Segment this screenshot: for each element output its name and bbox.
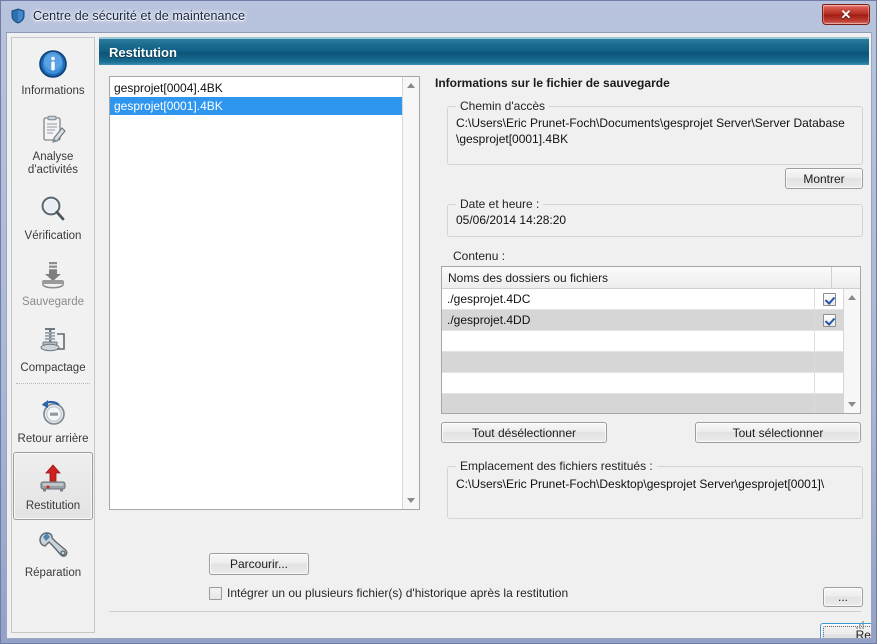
sidebar-item-label: Analyse d'activités — [27, 151, 79, 176]
sidebar-item-label: Vérification — [24, 230, 82, 242]
clipboard-pencil-icon — [15, 111, 91, 149]
close-icon: ✕ — [840, 7, 852, 22]
cell-name — [442, 373, 815, 393]
table-row[interactable]: ./gesprojet.4DC — [442, 289, 843, 310]
table-row[interactable] — [442, 373, 843, 394]
sidebar-item-analyse-activites[interactable]: Analyse d'activités — [13, 104, 93, 183]
column-header-check — [832, 267, 860, 288]
info-panel-heading: Informations sur le fichier de sauvegard… — [435, 76, 670, 90]
footer-separator — [109, 611, 861, 612]
cell-checkbox[interactable] — [815, 289, 843, 309]
sidebar-item-informations[interactable]: Informations — [13, 38, 93, 104]
sidebar-item-reparation[interactable]: Réparation — [13, 520, 93, 586]
sidebar-item-retour-arriere[interactable]: Retour arrière — [13, 386, 93, 452]
checked-checkbox-icon[interactable] — [822, 313, 836, 327]
list-item[interactable]: gesprojet[0001].4BK — [110, 97, 402, 115]
content-panel: Restitution gesprojet[0004].4BK gesproje… — [99, 37, 871, 638]
table-header-row: Noms des dossiers ou fichiers — [442, 267, 860, 289]
path-group-legend: Chemin d'accès — [460, 99, 545, 113]
show-button[interactable]: Montrer — [785, 168, 863, 189]
shield-icon — [10, 8, 26, 24]
cell-name — [442, 352, 815, 372]
restore-arrow-icon — [16, 460, 90, 498]
browse-button[interactable]: Parcourir... — [209, 553, 309, 575]
table-row[interactable] — [442, 352, 843, 373]
history-checkbox-row[interactable]: Intégrer un ou plusieurs fichier(s) d'hi… — [209, 586, 568, 600]
sidebar-separator — [16, 383, 90, 384]
cell-checkbox[interactable] — [815, 310, 843, 330]
selection-buttons: Tout désélectionner Tout sélectionner — [441, 422, 861, 443]
cell-name — [442, 331, 815, 351]
title-bar: Centre de sécurité et de maintenance ✕ — [1, 1, 876, 31]
select-all-button[interactable]: Tout sélectionner — [695, 422, 861, 443]
scroll-up-icon[interactable] — [403, 77, 419, 94]
table-body: ./gesprojet.4DC ./gesprojet.4DD — [442, 289, 843, 413]
table-row[interactable]: ./gesprojet.4DD — [442, 310, 843, 331]
sidebar-item-sauvegarde[interactable]: Sauvegarde — [13, 249, 93, 315]
scroll-up-icon[interactable] — [844, 289, 860, 306]
compress-press-icon — [15, 322, 91, 360]
sidebar-item-label: Restitution — [25, 500, 81, 512]
sidebar-item-compactage[interactable]: Compactage — [13, 315, 93, 381]
table-row[interactable] — [442, 394, 843, 413]
content-table: Noms des dossiers ou fichiers ./gesproje… — [441, 266, 861, 414]
wrench-icon — [15, 527, 91, 565]
page-banner: Restitution — [99, 37, 869, 65]
cell-checkbox — [815, 394, 843, 413]
sidebar-item-verification[interactable]: Vérification — [13, 183, 93, 249]
backup-list-scrollbar[interactable] — [402, 77, 419, 509]
content-table-scrollbar[interactable] — [843, 289, 860, 413]
sidebar-item-label: Compactage — [20, 362, 86, 374]
backup-info-panel: Informations sur le fichier de sauvegard… — [435, 76, 863, 607]
backup-file-list: gesprojet[0004].4BK gesprojet[0001].4BK — [110, 77, 402, 509]
browse-destination-button[interactable]: ... — [823, 587, 863, 607]
table-row[interactable] — [442, 331, 843, 352]
magnifier-icon — [15, 190, 91, 228]
info-circle-icon — [15, 45, 91, 83]
table-scroll-area: ./gesprojet.4DC ./gesprojet.4DD — [442, 289, 860, 413]
checked-checkbox-icon[interactable] — [822, 292, 836, 306]
sidebar-item-label: Sauvegarde — [21, 296, 85, 308]
history-checkbox-label: Intégrer un ou plusieurs fichier(s) d'hi… — [227, 586, 569, 600]
cell-checkbox — [815, 331, 843, 351]
date-group-legend: Date et heure : — [460, 197, 540, 211]
clock-rollback-icon — [15, 393, 91, 431]
date-value: 05/06/2014 14:28:20 — [456, 213, 567, 227]
deselect-all-button[interactable]: Tout désélectionner — [441, 422, 607, 443]
backup-arrow-icon — [15, 256, 91, 294]
cell-name: ./gesprojet.4DD — [442, 310, 815, 330]
path-group: Chemin d'accès C:\Users\Eric Prunet-Foch… — [447, 99, 863, 165]
destination-group-legend: Emplacement des fichiers restitués : — [460, 459, 653, 473]
sidebar-item-label: Réparation — [24, 567, 82, 579]
cell-checkbox — [815, 373, 843, 393]
cell-name — [442, 394, 815, 413]
client-area: Informations Analyse d'activités Vérific… — [6, 32, 872, 639]
sidebar-item-restitution[interactable]: Restitution — [13, 452, 93, 520]
sidebar-item-label: Informations — [21, 85, 85, 97]
resize-grip-icon[interactable] — [853, 618, 866, 631]
destination-value: C:\Users\Eric Prunet-Foch\Desktop\gespro… — [456, 477, 825, 491]
page-title: Restitution — [109, 44, 177, 60]
backup-file-listbox[interactable]: gesprojet[0004].4BK gesprojet[0001].4BK — [109, 76, 420, 510]
cell-checkbox — [815, 352, 843, 372]
close-button[interactable]: ✕ — [822, 4, 870, 25]
window-title: Centre de sécurité et de maintenance — [33, 9, 246, 23]
column-header-name: Noms des dossiers ou fichiers — [442, 267, 832, 288]
application-window: Centre de sécurité et de maintenance ✕ I… — [0, 0, 877, 644]
sidebar: Informations Analyse d'activités Vérific… — [11, 37, 95, 633]
scroll-down-icon[interactable] — [403, 492, 419, 509]
sidebar-item-label: Retour arrière — [17, 433, 89, 445]
cell-name: ./gesprojet.4DC — [442, 289, 815, 309]
list-item[interactable]: gesprojet[0004].4BK — [110, 79, 402, 97]
path-value: C:\Users\Eric Prunet-Foch\Documents\gesp… — [456, 116, 845, 146]
destination-group: Emplacement des fichiers restitués : C:\… — [447, 459, 863, 519]
content-label: Contenu : — [453, 249, 506, 263]
scroll-down-icon[interactable] — [844, 396, 860, 413]
date-group: Date et heure : 05/06/2014 14:28:20 — [447, 197, 863, 237]
history-checkbox[interactable] — [209, 586, 222, 600]
